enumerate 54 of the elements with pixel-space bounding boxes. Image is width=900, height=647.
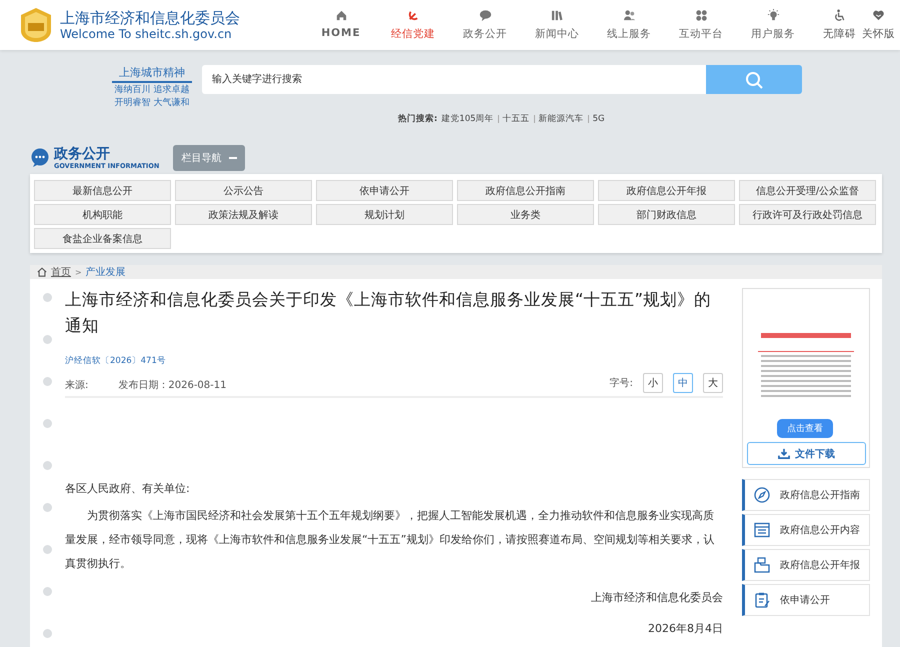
category-link[interactable]: 行政许可及行政处罚信息 xyxy=(739,204,876,225)
slogan-title: 上海城市精神 xyxy=(112,65,192,83)
tool-link[interactable]: 关怀版 xyxy=(862,9,895,41)
body-paragraph: 为贯彻落实《上海市国民经济和社会发展第十五个五年规划纲要》，把握人工智能发展机遇，全力推动软件和信息服务业实现高质量发展，经市领导同意，现将《上海市软件和信息服务业发展“十五五”规划》印发给你们，请按照赛道布局、空间规划等相关要求，认真贯彻执行。 xyxy=(65,508,716,572)
hot-search-link[interactable]: 建党105周年 xyxy=(441,113,494,125)
category-link[interactable]: 依申请公开 xyxy=(316,180,453,201)
font-size-button[interactable]: 中 xyxy=(673,373,693,393)
signature-date: 2026年8月4日 xyxy=(647,621,723,636)
document-number: 沪经信软〔2026〕471号 xyxy=(65,355,167,367)
category-link[interactable]: 机构职能 xyxy=(34,204,171,225)
site-subtitle: Welcome To sheitc.sh.gov.cn xyxy=(60,26,233,42)
category-link[interactable]: 食盐企业备案信息 xyxy=(34,228,171,249)
category-link[interactable]: 业务类 xyxy=(457,204,594,225)
hot-search-link[interactable]: 十五五 xyxy=(502,113,530,125)
hot-search-label: 热门搜索: xyxy=(398,113,438,125)
category-link[interactable]: 政府信息公开年报 xyxy=(598,180,735,201)
nav-tab[interactable]: 政务公开 xyxy=(449,9,521,41)
nav-tab[interactable]: 线上服务 xyxy=(593,9,665,41)
nav-tab[interactable]: 互动平台 xyxy=(665,9,737,41)
signature-text: 上海市经济和信息化委员会 xyxy=(590,590,723,605)
font-size-label: 字号: xyxy=(610,376,633,390)
download-button[interactable]: 文件下载 xyxy=(747,442,866,465)
category-link[interactable]: 政府信息公开指南 xyxy=(457,180,594,201)
nav-tab[interactable]: 新闻中心 xyxy=(521,9,593,41)
sidebar-link[interactable]: 政府信息公开年报 xyxy=(742,549,870,581)
breadcrumb-link[interactable]: 首页 xyxy=(51,265,71,279)
slogan-line: 开明睿智 大气谦和 xyxy=(114,97,190,109)
category-link[interactable]: 信息公开受理/公众监督 xyxy=(739,180,876,201)
category-link[interactable]: 政策法规及解读 xyxy=(175,204,312,225)
category-link[interactable]: 公示公告 xyxy=(175,180,312,201)
site-title: 上海市经济和信息化委员会 xyxy=(60,8,241,26)
sidebar-link[interactable]: 政府信息公开内容 xyxy=(742,514,870,546)
breadcrumb-link[interactable]: 产业发展 xyxy=(86,265,126,279)
category-link[interactable]: 部门财政信息 xyxy=(598,204,735,225)
hot-search-link[interactable]: 新能源汽车 xyxy=(538,113,584,125)
salutation-text: 各区人民政府、有关单位: xyxy=(65,481,191,496)
sidebar-link[interactable]: 政府信息公开指南 xyxy=(742,479,870,511)
search-field[interactable]: 输入关键字进行搜索 xyxy=(202,65,706,94)
font-size-button[interactable]: 大 xyxy=(703,373,723,393)
category-link[interactable]: 最新信息公开 xyxy=(34,180,171,201)
slogan-line: 海纳百川 追求卓越 xyxy=(114,84,190,96)
hot-search-link[interactable]: 5G xyxy=(592,114,605,124)
category-link[interactable]: 规划计划 xyxy=(316,204,453,225)
article-title: 上海市经济和信息化委员会关于印发《上海市软件和信息服务业发展“十五五”规划》的通知 xyxy=(65,289,712,337)
source-label: 来源: xyxy=(65,378,88,392)
section-title: 政务公开 xyxy=(54,146,111,162)
breadcrumb-separator: > xyxy=(75,268,82,276)
publish-date: 发布日期：2026-08-11 xyxy=(118,378,226,392)
tool-link[interactable]: 无障碍 xyxy=(823,9,856,41)
nav-tab[interactable]: 经信党建 xyxy=(377,9,449,41)
nav-tab[interactable]: HOME xyxy=(305,9,377,41)
sidebar-link[interactable]: 依申请公开 xyxy=(742,584,870,616)
font-size-button[interactable]: 小 xyxy=(643,373,663,393)
nav-tab[interactable]: 用户服务 xyxy=(737,9,809,41)
